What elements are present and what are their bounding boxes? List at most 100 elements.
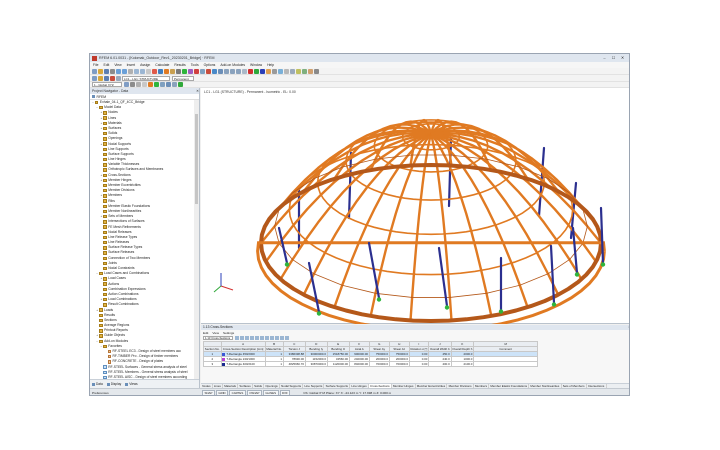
table-export-icon[interactable]: [260, 336, 264, 340]
snap-icon[interactable]: [290, 68, 295, 74]
copy-icon[interactable]: [134, 68, 139, 74]
table-import-icon[interactable]: [265, 336, 269, 340]
column-front-1[interactable]: [307, 261, 321, 314]
calculate-icon[interactable]: [110, 75, 115, 81]
view-select[interactable]: 1 - Global XYZ: [92, 82, 122, 87]
display-numbering-icon[interactable]: [160, 82, 165, 87]
table-menu-settings[interactable]: Settings: [223, 331, 234, 335]
table-sort-icon[interactable]: [270, 336, 274, 340]
table-prev-icon[interactable]: [240, 336, 244, 340]
nodal-support-1[interactable]: [316, 311, 322, 316]
menu-edit[interactable]: Edit: [103, 63, 109, 67]
nodal-support-2[interactable]: [376, 297, 382, 302]
purlin-0[interactable]: [582, 226, 588, 244]
purlin-7[interactable]: [375, 292, 413, 298]
results-icon[interactable]: [116, 75, 121, 81]
table-insert-row-icon[interactable]: [275, 336, 279, 340]
table-first-icon[interactable]: [235, 336, 239, 340]
load-icon[interactable]: [194, 68, 199, 74]
axis-y-icon[interactable]: [213, 285, 222, 293]
save-icon[interactable]: [104, 75, 109, 81]
display-surfaces-icon[interactable]: [142, 82, 147, 87]
panel-close-icon[interactable]: ✕: [196, 88, 199, 94]
snap-toggle[interactable]: DXF: [279, 389, 291, 395]
purlin-5[interactable]: [449, 292, 487, 298]
snap-toggle[interactable]: OSNAP: [246, 389, 262, 395]
menu-window[interactable]: Window: [250, 63, 262, 67]
table-cell-desc[interactable]: T-Rectangle 400/2100: [220, 361, 266, 367]
maximize-button[interactable]: ☐: [609, 55, 618, 61]
snap-toggle[interactable]: GRID: [215, 389, 229, 395]
nodal-support-0[interactable]: [284, 262, 290, 267]
surface-icon[interactable]: [170, 68, 175, 74]
table-delete-row-icon[interactable]: [280, 336, 284, 340]
table-cell-iz[interactable]: 1120000.00: [326, 361, 350, 367]
display-supports-icon[interactable]: [148, 82, 153, 87]
purlin-9[interactable]: [313, 273, 343, 286]
wireframe-icon[interactable]: [272, 68, 277, 74]
result-icon[interactable]: [212, 68, 217, 74]
snap-toggle[interactable]: CARTES: [229, 389, 246, 395]
snap-toggle[interactable]: GLINES: [262, 389, 279, 395]
display-lines-icon[interactable]: [130, 82, 135, 87]
report-icon[interactable]: [218, 68, 223, 74]
table-cell-no[interactable]: 3: [203, 361, 222, 367]
menu-assign[interactable]: Assign: [140, 63, 150, 67]
table-cell-mat[interactable]: 1: [264, 361, 284, 367]
model-viewport[interactable]: LC1 - LG1 (STRUCTURE) - Permanent - Isom…: [201, 88, 630, 324]
view-y-icon[interactable]: [254, 68, 259, 74]
measure-icon[interactable]: [296, 68, 301, 74]
node-icon[interactable]: [152, 68, 157, 74]
table-row[interactable]: 3 T-Rectangle 400/2100 1 4825960.70 30870000…: [203, 361, 539, 367]
view-z-icon[interactable]: [260, 68, 265, 74]
display-results-icon[interactable]: [166, 82, 171, 87]
solid-icon[interactable]: [176, 68, 181, 74]
zoom-icon[interactable]: [224, 68, 229, 74]
menu-tools[interactable]: Tools: [191, 63, 199, 67]
view-x-icon[interactable]: [248, 68, 253, 74]
action-category-select[interactable]: Permanent: [172, 75, 194, 81]
display-loads-icon[interactable]: [154, 82, 159, 87]
structure-model[interactable]: [201, 88, 630, 324]
calculate-icon[interactable]: [206, 68, 211, 74]
axis-x-icon[interactable]: [220, 285, 234, 291]
support-icon[interactable]: [182, 68, 187, 74]
section-icon[interactable]: [278, 68, 283, 74]
member-icon[interactable]: [164, 68, 169, 74]
line-icon[interactable]: [158, 68, 163, 74]
mesh-icon[interactable]: [200, 68, 205, 74]
display-members-icon[interactable]: [136, 82, 141, 87]
table-cell-b[interactable]: 400.0: [428, 361, 452, 367]
purlin-4[interactable]: [486, 284, 520, 294]
menu-file[interactable]: File: [93, 63, 98, 67]
grid-icon[interactable]: [284, 68, 289, 74]
purlin-3[interactable]: [519, 273, 549, 286]
nodal-support-5[interactable]: [551, 302, 557, 307]
hinge-icon[interactable]: [188, 68, 193, 74]
menu-results[interactable]: Results: [174, 63, 185, 67]
table-cell-a[interactable]: 840000.00: [348, 361, 370, 367]
nodal-support-4[interactable]: [498, 309, 504, 314]
new-file-icon[interactable]: [92, 75, 97, 81]
navigator-scrollbar[interactable]: [194, 100, 199, 379]
filter-icon[interactable]: [302, 68, 307, 74]
menu-options[interactable]: Options: [204, 63, 216, 67]
undo-icon[interactable]: [116, 68, 121, 74]
table-cell-iy[interactable]: 30870000.0: [304, 361, 328, 367]
tab-data[interactable]: Data: [92, 382, 103, 386]
view-iso-icon[interactable]: [242, 68, 247, 74]
nodal-support-6[interactable]: [574, 272, 580, 277]
meridian-rib-5[interactable]: [430, 133, 493, 317]
table-next-icon[interactable]: [245, 336, 249, 340]
table-cell-ay[interactable]: 700000.0: [368, 361, 390, 367]
display-nodes-icon[interactable]: [124, 82, 129, 87]
close-button[interactable]: ✕: [618, 55, 627, 61]
layer-icon[interactable]: [308, 68, 313, 74]
table-menu-edit[interactable]: Edit: [203, 331, 208, 335]
table-select[interactable]: 1.13 Cross-Sections: [203, 335, 233, 341]
column-front-5[interactable]: [549, 244, 556, 305]
render-icon[interactable]: [266, 68, 271, 74]
snap-toggle[interactable]: SNAP: [202, 389, 215, 395]
menu-view[interactable]: View: [114, 63, 121, 67]
save-icon[interactable]: [104, 68, 109, 74]
